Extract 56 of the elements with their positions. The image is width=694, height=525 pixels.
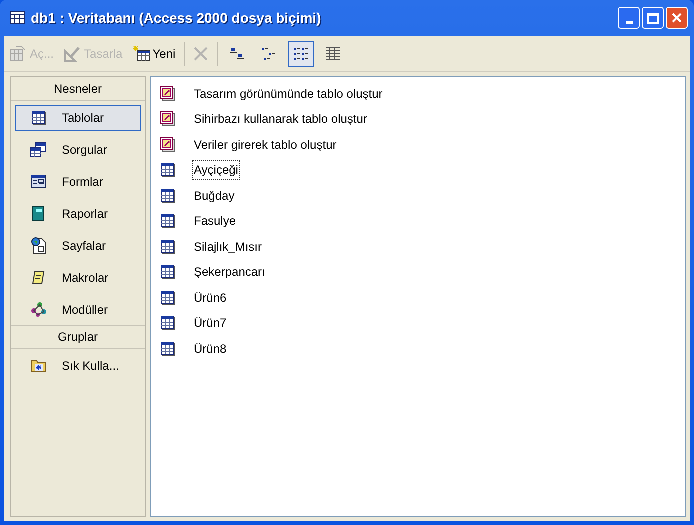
list-item[interactable]: Sihirbazı kullanarak tablo oluştur <box>193 110 368 128</box>
database-icon <box>10 10 26 26</box>
list-item[interactable]: Buğday <box>193 186 236 205</box>
table-icon <box>161 316 175 330</box>
list-item[interactable]: Ayçiçeği <box>193 161 240 180</box>
table-icon <box>161 163 175 178</box>
object-type-item[interactable]: Makrolar <box>15 265 141 291</box>
table-icon <box>32 111 46 125</box>
new-table-icon <box>132 46 151 62</box>
list-item[interactable]: Ürün7 <box>193 314 228 332</box>
maximize-button[interactable] <box>642 7 664 29</box>
list-item[interactable]: Şekerpancarı <box>193 263 266 282</box>
details-view-icon <box>324 46 341 62</box>
wizard-icon <box>160 136 176 153</box>
list-view-button[interactable] <box>288 40 314 66</box>
object-type-item[interactable]: Sayfalar <box>15 233 141 259</box>
section-header[interactable]: Gruplar <box>11 325 145 349</box>
object-type-item[interactable]: Tablolar <box>15 105 141 131</box>
object-type-item[interactable]: Sorgular <box>15 137 141 163</box>
small-icons-view-icon <box>260 46 277 62</box>
delete-icon <box>192 46 209 62</box>
wizard-icon <box>160 111 176 128</box>
list-view-icon <box>292 46 309 62</box>
form-icon <box>31 175 47 189</box>
list-item[interactable]: Silajlık_Mısır <box>193 238 264 256</box>
module-icon <box>30 302 48 318</box>
list-item[interactable]: Ürün8 <box>193 340 228 358</box>
table-icon <box>161 342 175 356</box>
object-type-item[interactable]: Modüller <box>15 297 141 323</box>
list-item[interactable]: Fasulye <box>193 212 238 230</box>
ruler-pencil-icon <box>64 46 82 62</box>
large-icons-view-icon <box>228 46 245 62</box>
section-header[interactable]: Nesneler <box>11 77 145 101</box>
table-icon <box>161 290 175 305</box>
table-icon <box>161 240 175 254</box>
new-button[interactable]: Yeni <box>130 40 178 66</box>
scroll-icon <box>32 271 46 285</box>
list-item[interactable]: Veriler girerek tablo oluştur <box>193 136 338 154</box>
object-type-item[interactable]: Formlar <box>15 169 141 195</box>
folder-icon <box>31 359 47 373</box>
object-type-item[interactable]: Raporlar <box>15 201 141 227</box>
close-button[interactable] <box>666 7 688 29</box>
open-table-icon <box>10 46 28 62</box>
wizard-icon <box>160 86 176 102</box>
object-type-item[interactable]: Sık Kulla... <box>15 353 141 379</box>
table-icon <box>161 265 175 280</box>
report-icon <box>32 206 46 222</box>
table-icon <box>161 214 175 228</box>
query-icon <box>30 142 48 158</box>
table-icon <box>161 188 175 203</box>
close-icon <box>671 12 683 24</box>
web-page-icon <box>31 237 47 255</box>
list-item[interactable]: Tasarım görünümünde tablo oluştur <box>193 84 384 103</box>
list-item[interactable]: Ürün6 <box>193 288 228 307</box>
minimize-button[interactable] <box>618 7 640 29</box>
window-title: db1 : Veritabanı (Access 2000 dosya biçimi) <box>31 8 322 28</box>
